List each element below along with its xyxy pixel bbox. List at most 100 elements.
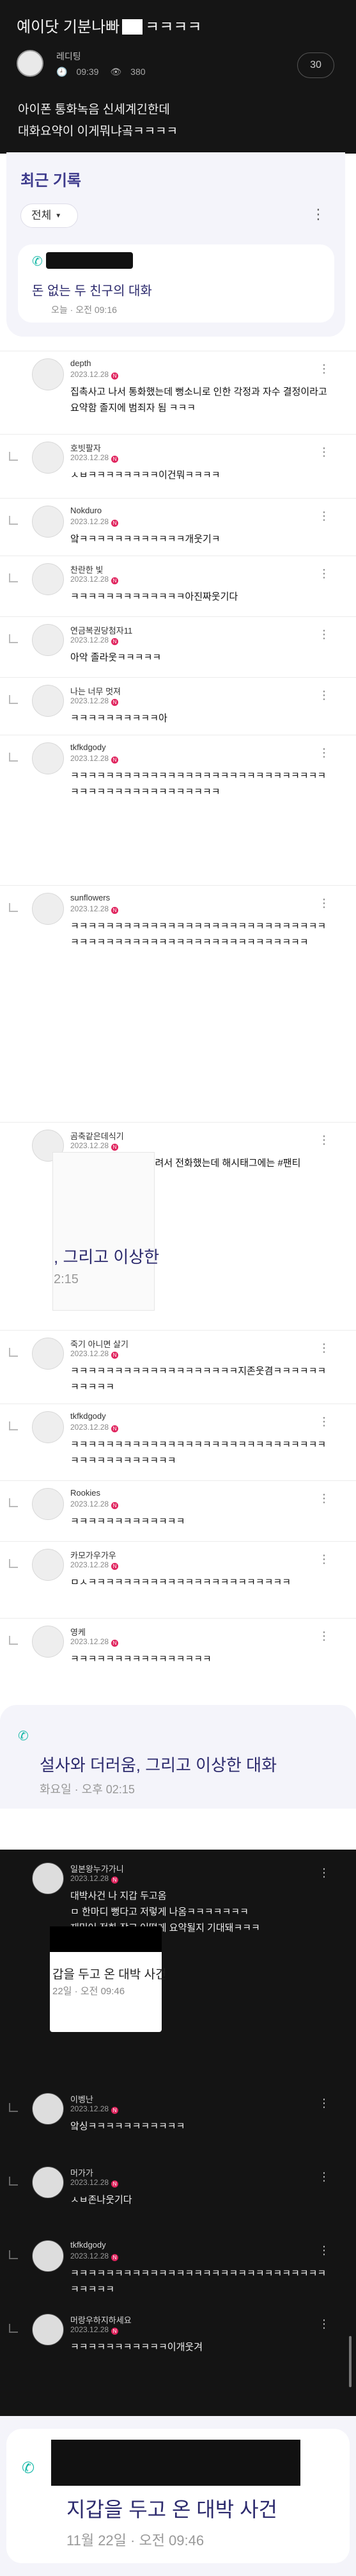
divider — [0, 677, 356, 678]
comment-author[interactable]: 머랑우하지하세요 — [70, 2314, 132, 2326]
more-options-icon[interactable]: ⋮ — [318, 1341, 330, 1355]
divider — [0, 434, 356, 435]
more-options-icon[interactable]: ⋮ — [318, 1133, 330, 1147]
comment-date-text: 2023.12.28 — [70, 2325, 109, 2334]
more-options-icon[interactable]: ⋮ — [318, 628, 330, 641]
comment-author[interactable]: 일본왕누가가니 — [70, 1862, 124, 1875]
more-options-icon[interactable]: ⋮ — [318, 2097, 330, 2110]
avatar[interactable] — [32, 563, 64, 595]
more-options-icon[interactable]: ⋮ — [318, 362, 330, 376]
comment-author[interactable]: tkfkdgody — [70, 742, 106, 752]
more-options-icon[interactable]: ⋮ — [318, 1415, 330, 1428]
more-options-icon[interactable]: ⋮ — [318, 445, 330, 459]
avatar[interactable] — [32, 1626, 64, 1658]
comment-date: 2023.12.28 N — [70, 575, 119, 584]
avatar[interactable] — [32, 1338, 64, 1370]
more-options-icon[interactable]: ⋮ — [318, 2244, 330, 2257]
embedded-image-time: 2:15 — [54, 1272, 79, 1286]
redacted-block — [50, 1926, 162, 1952]
avatar[interactable] — [32, 685, 64, 717]
avatar[interactable] — [32, 893, 64, 925]
avatar[interactable] — [32, 1488, 64, 1520]
comment-author[interactable]: tkfkdgody — [70, 2240, 106, 2250]
comment-text: ㅋㅋㅋㅋㅋㅋㅋㅋㅋㅋㅋㅋㅋㅋㅋㅋㅋㅋㅋㅋㅋㅋㅋㅋㅋㅋㅋㅋㅋㅋㅋㅋㅋㅋ — [70, 2268, 327, 2295]
comment-author[interactable]: sunflowers — [70, 893, 110, 902]
comment-author[interactable]: tkfkdgody — [70, 1411, 106, 1421]
comment-item: 나는 너무 멋져 2023.12.28 N ㅋㅋㅋㅋㅋㅋㅋㅋㅋㅋ아 ⋮ — [0, 685, 356, 737]
comment-item: 머랑우하지하세요 2023.12.28 N ㅋㅋㅋㅋㅋㅋㅋㅋㅋㅋㅋ이개웃겨 ⋮ — [0, 2314, 356, 2378]
comment-author[interactable]: 곰축같은데식기 — [70, 1130, 124, 1142]
new-badge-icon: N — [111, 638, 119, 645]
divider — [0, 498, 356, 499]
comment-item: tkfkdgody 2023.12.28 N ㅋㅋㅋㅋㅋㅋㅋㅋㅋㅋㅋㅋㅋㅋㅋㅋㅋㅋㅋㅋ… — [0, 742, 356, 883]
comment-text: ㅋㅋㅋㅋㅋㅋㅋㅋㅋㅋㅋㅋㅋㅋㅋㅋ — [70, 1654, 212, 1665]
avatar[interactable] — [32, 2240, 64, 2272]
more-options-icon[interactable]: ⋮ — [318, 689, 330, 702]
comment-author[interactable]: 나는 너무 멋져 — [70, 685, 121, 697]
comment-date: 2023.12.28 N — [70, 1500, 119, 1509]
redacted-block — [46, 252, 133, 269]
new-badge-icon: N — [111, 2328, 119, 2335]
comment-author[interactable]: Nokduro — [70, 506, 102, 515]
post-meta: 🕘 09:39 👁 380 — [56, 67, 155, 77]
comment-date: 2023.12.28 N — [70, 1637, 119, 1647]
reply-indicator-icon — [9, 753, 18, 762]
comment-author[interactable]: 연금복권당첨자11 — [70, 624, 132, 636]
author-avatar[interactable] — [17, 50, 43, 77]
scrollbar[interactable] — [349, 2336, 352, 2387]
more-options-icon[interactable]: ⋮ — [318, 509, 330, 523]
avatar[interactable] — [32, 1862, 64, 1894]
comment-count-button[interactable]: 30 — [297, 52, 334, 78]
avatar[interactable] — [32, 742, 64, 774]
comment-author[interactable]: 머가가 — [70, 2166, 93, 2179]
more-options-icon[interactable]: ⋮ — [318, 1629, 330, 1643]
comment-item: 일본왕누가가니 2023.12.28 N 대박사건 나 지갑 두고옴 ㅁ 한마디 뻥다… — [0, 1862, 356, 1933]
more-options-icon[interactable]: ⋮ — [311, 207, 326, 221]
comment-author[interactable]: 영케 — [70, 1626, 86, 1638]
comment-author[interactable]: 이벵난 — [70, 2093, 93, 2105]
redacted-block — [122, 19, 143, 35]
avatar[interactable] — [32, 1411, 64, 1443]
avatar[interactable] — [32, 2314, 64, 2346]
avatar[interactable] — [32, 506, 64, 538]
more-options-icon[interactable]: ⋮ — [318, 2317, 330, 2331]
avatar[interactable] — [32, 2093, 64, 2125]
comment-item: Rookies 2023.12.28 N ㅋㅋㅋㅋㅋㅋㅋㅋㅋㅋㅋㅋㅋ ⋮ — [0, 1488, 356, 1546]
avatar[interactable] — [32, 1549, 64, 1581]
comment-date-text: 2023.12.28 — [70, 754, 109, 763]
avatar[interactable] — [32, 2166, 64, 2198]
more-options-icon[interactable]: ⋮ — [318, 567, 330, 580]
comment-item: depth 2023.12.28 N 집촉사고 나서 통화했는데 뻥소니로 인한 각정… — [0, 358, 356, 435]
more-options-icon[interactable]: ⋮ — [318, 897, 330, 910]
call-entry-name: 돈 없는 두 친구의 대화 — [32, 284, 152, 298]
comment-author[interactable]: 찬란한 빛 — [70, 563, 103, 575]
comment-item: 찬란한 빛 2023.12.28 N ㅋㅋㅋㅋㅋㅋㅋㅋㅋㅋㅋㅋㅋ아진짜웃기다 ⋮ — [0, 563, 356, 620]
comment-date: 2023.12.28 N — [70, 370, 119, 380]
comment-author[interactable]: 카모가우가우 — [70, 1549, 116, 1561]
comment-date: 2023.12.28 N — [70, 517, 119, 527]
more-options-icon[interactable]: ⋮ — [318, 2170, 330, 2184]
call-summary-time: 화요일 · 오후 02:15 — [40, 1783, 135, 1796]
avatar[interactable] — [32, 442, 64, 474]
comment-text: ㅋㅋㅋㅋㅋㅋㅋㅋㅋㅋ아 — [70, 713, 167, 724]
more-options-icon[interactable]: ⋮ — [318, 746, 330, 760]
comment-text: ㅋㅋㅋㅋㅋㅋㅋㅋㅋㅋㅋㅋㅋ — [70, 1516, 185, 1527]
filter-label: 전체 — [31, 209, 52, 221]
reply-indicator-icon — [9, 634, 18, 643]
avatar[interactable] — [32, 358, 64, 390]
divider — [0, 1330, 356, 1331]
more-options-icon[interactable]: ⋮ — [318, 1553, 330, 1566]
comment-author[interactable]: Rookies — [70, 1488, 100, 1498]
author-name[interactable]: 레디팅 — [56, 50, 81, 63]
new-badge-icon: N — [111, 907, 119, 914]
comment-author[interactable]: 죽기 아니면 살기 — [70, 1338, 128, 1350]
divider — [0, 885, 356, 886]
new-badge-icon: N — [111, 1352, 119, 1359]
filter-dropdown[interactable]: 전체 ▼ — [20, 204, 78, 228]
more-options-icon[interactable]: ⋮ — [318, 1492, 330, 1505]
comment-author[interactable]: depth — [70, 358, 91, 368]
comment-date-text: 2023.12.28 — [70, 575, 109, 584]
avatar[interactable] — [32, 624, 64, 656]
more-options-icon[interactable]: ⋮ — [318, 1866, 330, 1880]
comment-author[interactable]: 호빗팔자 — [70, 442, 101, 454]
